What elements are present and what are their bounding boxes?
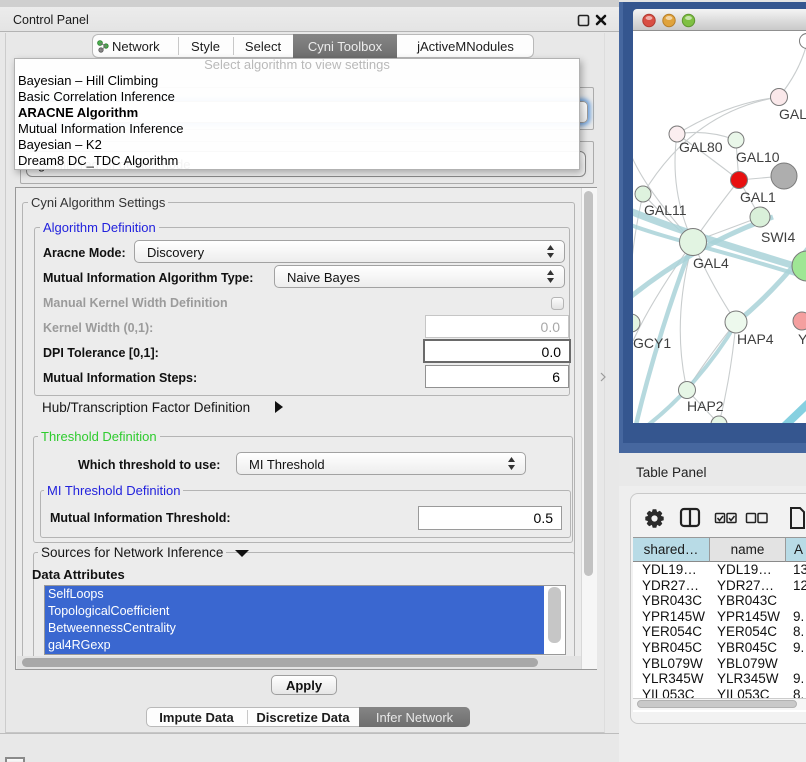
svg-text:GAL11: GAL11 (644, 202, 687, 218)
svg-text:GCY1: GCY1 (633, 335, 671, 351)
svg-text:HAP2: HAP2 (687, 398, 724, 414)
svg-text:Y: Y (798, 331, 806, 347)
svg-text:GAL: GAL (779, 106, 806, 122)
svg-text:SWI4: SWI4 (761, 229, 795, 245)
svg-text:GAL80: GAL80 (679, 139, 723, 155)
svg-text:GAL4: GAL4 (693, 255, 729, 271)
svg-text:HAP4: HAP4 (737, 331, 774, 347)
svg-text:GAL10: GAL10 (736, 149, 780, 165)
svg-text:GAL1: GAL1 (740, 189, 776, 205)
